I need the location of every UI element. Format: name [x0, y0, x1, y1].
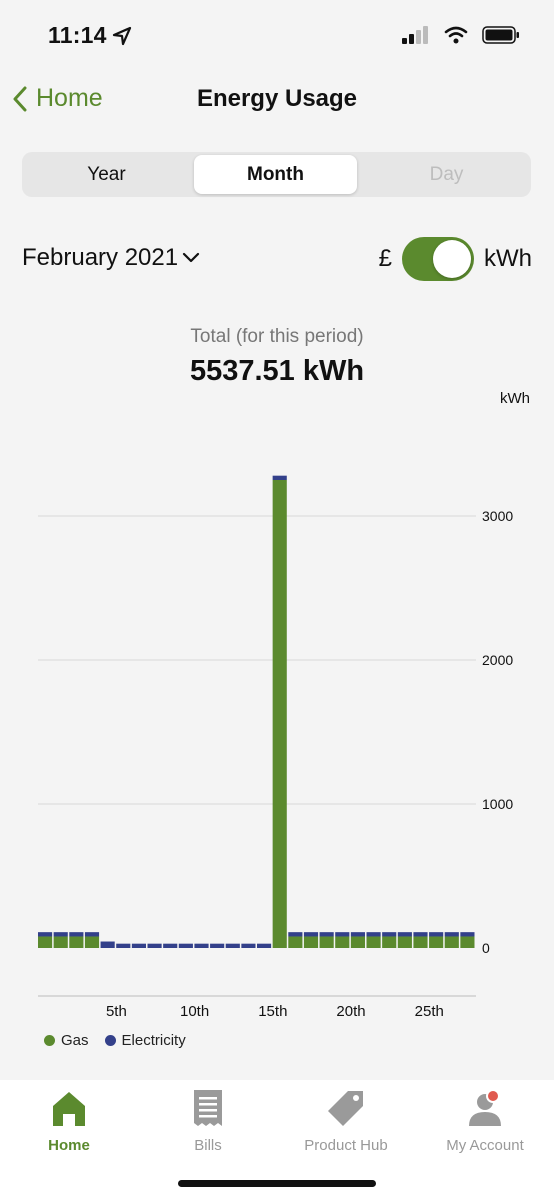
segment-day[interactable]: Day	[365, 155, 528, 194]
tag-icon	[328, 1091, 363, 1126]
bar-gas-24	[397, 936, 412, 948]
bar-electricity-12	[210, 943, 225, 948]
bar-electricity-5	[100, 941, 115, 948]
battery-icon	[482, 26, 520, 49]
bar-electricity-15	[257, 943, 272, 948]
period-segmented-control: Year Month Day	[22, 152, 531, 197]
bar-gas-1	[38, 936, 53, 948]
bar-electricity-1	[38, 932, 53, 937]
x-tick-label-10: 10th	[180, 1003, 209, 1020]
bar-electricity-7	[131, 943, 146, 948]
bar-electricity-14	[241, 943, 256, 948]
bar-electricity-25	[413, 932, 428, 937]
legend-item-electricity: Electricity	[104, 1032, 186, 1049]
tab-home[interactable]: Home	[0, 1088, 138, 1154]
bar-electricity-10	[178, 943, 193, 948]
x-tick-label-25: 25th	[415, 1003, 444, 1020]
bar-electricity-3	[69, 932, 84, 937]
period-selector[interactable]: February 2021	[22, 244, 200, 272]
unit-toggle-row: £ kWh	[379, 237, 532, 281]
bar-electricity-16	[272, 475, 287, 480]
total-label: Total (for this period)	[190, 326, 364, 347]
bar-gas-17	[288, 936, 303, 948]
bar-gas-2	[53, 936, 68, 948]
y-tick-label-3000: 3000	[482, 508, 513, 524]
y-unit-label: kWh	[500, 390, 530, 407]
navigation-bar: Home Energy Usage	[0, 80, 554, 120]
page-title: Energy Usage	[196, 85, 358, 112]
tab-my-account[interactable]: My Account	[416, 1088, 554, 1154]
status-icons	[402, 26, 520, 49]
bar-electricity-9	[163, 943, 178, 948]
bar-electricity-18	[303, 932, 319, 937]
x-tick-label-5: 5th	[106, 1003, 127, 1020]
bar-electricity-27	[444, 932, 459, 937]
bar-gas-3	[69, 936, 84, 948]
bar-electricity-13	[225, 943, 240, 948]
tab-product-hub-label: Product Hub	[304, 1137, 388, 1154]
bar-electricity-23	[382, 932, 397, 937]
signal-icon	[402, 26, 430, 49]
bar-gas-27	[444, 936, 459, 948]
bar-gas-26	[429, 936, 444, 948]
bar-gas-18	[303, 936, 319, 948]
status-time: 11:14	[48, 22, 107, 48]
tab-product-hub[interactable]: Product Hub	[277, 1088, 415, 1154]
bar-electricity-26	[429, 932, 444, 937]
bar-electricity-11	[194, 943, 209, 948]
tab-home-label: Home	[48, 1137, 90, 1154]
bar-electricity-24	[397, 932, 412, 937]
bar-gas-25	[413, 936, 428, 948]
legend-dot-electricity	[104, 1035, 116, 1046]
toggle-knob	[433, 240, 471, 278]
bar-gas-28	[460, 936, 475, 948]
bar-electricity-8	[147, 943, 162, 948]
kwh-label: kWh	[484, 245, 532, 272]
bar-electricity-4	[84, 932, 100, 937]
segment-month[interactable]: Month	[194, 155, 357, 194]
energy-usage-chart: kWh 0 1000 2000 3000 5th 10th 15th 20th 25th	[38, 390, 530, 1020]
bar-gas-19	[319, 936, 334, 948]
bar-gas-22	[366, 936, 381, 948]
bar-electricity-17	[288, 932, 303, 937]
bar-gas-21	[350, 936, 365, 948]
status-bar: 11:14	[0, 0, 554, 72]
legend-item-gas: Gas	[44, 1032, 89, 1049]
bar-gas-20	[335, 936, 350, 948]
bar-electricity-21	[350, 932, 365, 937]
unit-toggle[interactable]	[402, 237, 474, 281]
bar-electricity-22	[366, 932, 381, 937]
bar-gas-23	[382, 936, 397, 948]
tab-bills[interactable]: Bills	[139, 1088, 277, 1154]
x-tick-label-15: 15th	[258, 1003, 287, 1020]
chevron-down-icon	[182, 252, 200, 263]
segment-year[interactable]: Year	[25, 155, 188, 194]
bar-electricity-6	[116, 943, 131, 948]
legend-dot-gas	[44, 1035, 55, 1046]
wifi-icon	[444, 26, 468, 49]
period-label: February 2021	[22, 244, 179, 271]
home-indicator	[178, 1180, 376, 1187]
receipt-icon	[194, 1090, 222, 1126]
notification-badge	[486, 1089, 500, 1103]
tab-bills-label: Bills	[194, 1137, 222, 1154]
bar-gas-16	[272, 480, 287, 948]
bar-electricity-19	[319, 932, 334, 937]
x-tick-label-20: 20th	[336, 1003, 365, 1020]
legend-label-gas: Gas	[61, 1032, 89, 1049]
bar-electricity-28	[460, 932, 475, 937]
bar-electricity-2	[53, 932, 68, 937]
chart-legend: Gas Electricity	[44, 1032, 202, 1049]
bar-gas-4	[84, 936, 100, 948]
account-icon	[469, 1089, 501, 1126]
location-arrow-icon	[112, 26, 132, 51]
tab-my-account-label: My Account	[446, 1137, 524, 1154]
bar-electricity-20	[335, 932, 350, 937]
y-tick-label-2000: 2000	[482, 652, 513, 668]
y-tick-label-1000: 1000	[482, 796, 513, 812]
home-icon	[53, 1092, 85, 1126]
legend-label-electricity: Electricity	[121, 1032, 186, 1049]
y-tick-label-0: 0	[482, 940, 490, 956]
pound-label: £	[378, 245, 392, 272]
